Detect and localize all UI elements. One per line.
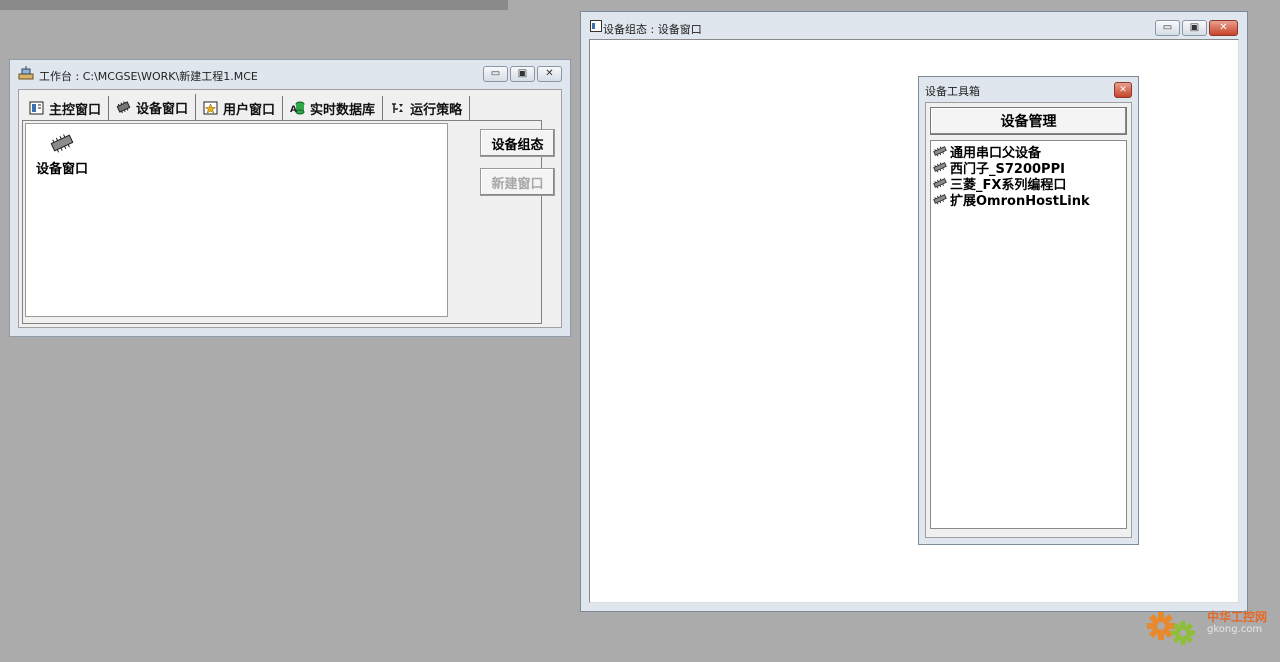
tab-device-window[interactable]: 设备窗口 bbox=[109, 94, 197, 120]
workbench-app-icon bbox=[18, 66, 34, 80]
window-app-icon bbox=[590, 20, 602, 32]
database-icon: A bbox=[290, 101, 305, 115]
chip-icon bbox=[933, 194, 947, 205]
tab-main-window[interactable]: 主控窗口 bbox=[22, 96, 110, 120]
device-toolbox: 设备工具箱 ✕ 设备管理 通用串口父设备 西门子_S7200PPI 三菱_FX系… bbox=[918, 76, 1139, 545]
workbench-titlebar[interactable]: 工作台 : C:\MCGSE\WORK\新建工程1.MCE ▭ ▣ ✕ bbox=[10, 60, 570, 88]
background-window-strip bbox=[0, 0, 508, 10]
minimize-button[interactable]: ▭ bbox=[1155, 20, 1180, 36]
watermark-name: 中华工控网 bbox=[1207, 610, 1268, 624]
chip-icon bbox=[933, 162, 947, 173]
gear-icon bbox=[1147, 612, 1195, 645]
device-window-list[interactable]: 设备窗口 bbox=[25, 123, 448, 317]
strategy-icon bbox=[390, 101, 405, 115]
toolbox-device-list[interactable]: 通用串口父设备 西门子_S7200PPI 三菱_FX系列编程口 扩展OmronH… bbox=[930, 140, 1127, 529]
maximize-button[interactable]: ▣ bbox=[1182, 20, 1207, 36]
tab-main-window-label: 主控窗口 bbox=[49, 102, 102, 118]
workbench-client: 主控窗口 设备窗口 用户窗口 A 实时数据库 运行策略 设备窗口 设备组态 新建… bbox=[18, 89, 562, 328]
tab-run-strategy[interactable]: 运行策略 bbox=[383, 96, 471, 120]
close-icon: ✕ bbox=[1219, 22, 1228, 33]
close-icon: ✕ bbox=[545, 68, 554, 79]
tab-realtime-database[interactable]: A 实时数据库 bbox=[283, 96, 384, 120]
chip-icon bbox=[933, 146, 947, 157]
tab-user-window[interactable]: 用户窗口 bbox=[196, 96, 284, 120]
watermark-url: gkong.com bbox=[1207, 624, 1263, 635]
close-icon: ✕ bbox=[1119, 85, 1127, 95]
toolbox-client: 设备管理 通用串口父设备 西门子_S7200PPI 三菱_FX系列编程口 扩展O… bbox=[925, 102, 1132, 538]
device-config-window: 设备组态 : 设备窗口 ▭ ▣ ✕ bbox=[580, 11, 1248, 612]
chip-icon bbox=[933, 178, 947, 189]
gkong-watermark: 中华工控网 gkong.com bbox=[1145, 606, 1275, 650]
tab-realtime-database-label: 实时数据库 bbox=[310, 102, 376, 118]
device-name: 扩展OmronHostLink bbox=[950, 193, 1090, 209]
device-tab-panel: 设备窗口 bbox=[22, 120, 542, 324]
device-window-item[interactable]: 设备窗口 bbox=[30, 132, 94, 177]
toolbox-close-button[interactable]: ✕ bbox=[1114, 82, 1132, 98]
device-config-titlebar[interactable]: 设备组态 : 设备窗口 ▭ ▣ ✕ bbox=[581, 12, 1247, 39]
chip-icon bbox=[116, 100, 131, 114]
device-config-button[interactable]: 设备组态 bbox=[480, 129, 555, 157]
toolbox-title: 设备工具箱 bbox=[925, 85, 980, 98]
tab-device-window-label: 设备窗口 bbox=[136, 101, 189, 117]
device-manage-button[interactable]: 设备管理 bbox=[930, 107, 1127, 135]
maximize-icon: ▣ bbox=[517, 68, 528, 79]
minimize-icon: ▭ bbox=[490, 68, 501, 79]
minimize-button[interactable]: ▭ bbox=[483, 66, 508, 82]
main-window-icon bbox=[29, 101, 44, 115]
user-window-icon bbox=[203, 101, 218, 115]
close-button[interactable]: ✕ bbox=[1209, 20, 1238, 36]
device-config-canvas[interactable] bbox=[589, 39, 1239, 603]
workbench-window: 工作台 : C:\MCGSE\WORK\新建工程1.MCE ▭ ▣ ✕ 主控窗口… bbox=[9, 59, 571, 337]
workbench-title: 工作台 : C:\MCGSE\WORK\新建工程1.MCE bbox=[39, 70, 258, 83]
minimize-icon: ▭ bbox=[1162, 22, 1173, 33]
list-item[interactable]: 扩展OmronHostLink bbox=[932, 191, 1125, 209]
chip-icon bbox=[50, 134, 74, 153]
device-config-title: 设备组态 : 设备窗口 bbox=[603, 23, 702, 36]
svg-text:A: A bbox=[290, 105, 297, 115]
maximize-icon: ▣ bbox=[1189, 22, 1200, 33]
device-window-item-label: 设备窗口 bbox=[35, 162, 88, 177]
tab-user-window-label: 用户窗口 bbox=[223, 102, 276, 118]
tab-run-strategy-label: 运行策略 bbox=[410, 102, 463, 118]
workbench-tabs: 主控窗口 设备窗口 用户窗口 A 实时数据库 运行策略 bbox=[22, 94, 471, 120]
new-window-button[interactable]: 新建窗口 bbox=[480, 168, 555, 196]
maximize-button[interactable]: ▣ bbox=[510, 66, 535, 82]
close-button[interactable]: ✕ bbox=[537, 66, 562, 82]
